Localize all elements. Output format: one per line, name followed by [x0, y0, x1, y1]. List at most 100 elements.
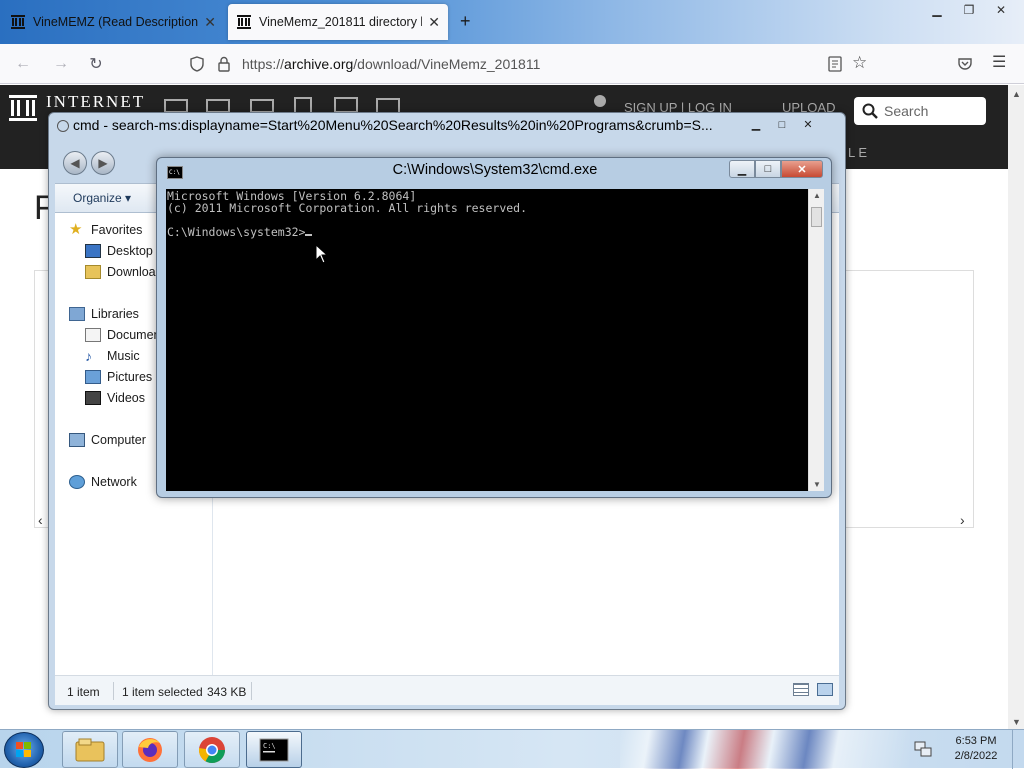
view-toggles: [793, 683, 833, 696]
page-scrollbar[interactable]: ▲ ▼: [1008, 85, 1024, 729]
nav-item-pictures[interactable]: Pictures: [85, 370, 152, 384]
search-results-icon: [57, 120, 69, 132]
star-icon: ★: [69, 221, 83, 238]
nav-item-videos[interactable]: Videos: [85, 391, 145, 405]
url-text[interactable]: https://archive.org/download/VineMemz_20…: [242, 56, 540, 72]
nav-label: Libraries: [91, 307, 139, 321]
archive-logo-text[interactable]: INTERNET: [46, 92, 145, 112]
clock-date: 2/8/2022: [954, 750, 998, 762]
explorer-forward-icon[interactable]: ▶: [91, 151, 115, 175]
forward-icon[interactable]: →: [50, 53, 72, 75]
pocket-icon[interactable]: [957, 56, 973, 72]
cmd-scrollbar[interactable]: ▲ ▼: [808, 189, 824, 491]
user-icon[interactable]: [594, 95, 606, 107]
music-icon: ♪: [85, 348, 92, 364]
nav-item-computer[interactable]: Computer: [69, 433, 146, 447]
network-tray-icon[interactable]: [914, 740, 932, 758]
tab-vinememz-directory[interactable]: VineMemz_201811 directory listi ✕: [228, 4, 448, 40]
reader-view-icon[interactable]: [828, 56, 842, 72]
nav-item-favorites[interactable]: ★ Favorites: [69, 221, 142, 238]
nav-label: Computer: [91, 433, 146, 447]
taskbar-chrome[interactable]: [184, 731, 240, 768]
taskbar-cmd[interactable]: C:\: [246, 731, 302, 768]
selected-count: 1 item selected: [122, 685, 203, 699]
explorer-status-bar: 1 item 1 item selected 343 KB: [55, 675, 839, 705]
cmd-scroll-up-icon[interactable]: ▲: [813, 191, 821, 200]
start-button[interactable]: [4, 732, 44, 768]
taskbar-firefox[interactable]: [122, 731, 178, 768]
show-desktop-button[interactable]: [1012, 730, 1024, 769]
libraries-icon: [69, 307, 85, 321]
scroll-left-icon[interactable]: ‹: [38, 512, 43, 528]
documents-icon: [85, 328, 101, 342]
close-window-icon[interactable]: ✕: [986, 0, 1016, 20]
books-icon[interactable]: [206, 99, 230, 113]
nav-label: Music: [107, 349, 140, 363]
mouse-pointer-icon: [315, 244, 329, 264]
search-placeholder: Search: [884, 103, 929, 119]
header-letter: L E: [848, 145, 868, 160]
explorer-back-icon[interactable]: ◀: [63, 151, 87, 175]
clock-time: 6:53 PM: [955, 735, 997, 747]
shield-icon[interactable]: [189, 56, 205, 72]
nav-item-documents[interactable]: Documen: [85, 328, 161, 342]
nav-item-downloads[interactable]: Download: [85, 265, 163, 279]
tab-bar: VineMEMZ (Read Description) : ✕ VineMemz…: [0, 0, 1024, 44]
nav-label: Documen: [107, 328, 161, 342]
console-line: (c) 2011 Microsoft Corporation. All righ…: [167, 201, 528, 215]
cmd-scroll-down-icon[interactable]: ▼: [813, 480, 821, 489]
back-icon[interactable]: ←: [12, 53, 34, 75]
url-path: /download/VineMemz_201811: [353, 56, 541, 72]
nav-item-desktop[interactable]: Desktop: [85, 244, 153, 258]
nav-label: Download: [107, 265, 163, 279]
video-icon[interactable]: [250, 99, 274, 113]
software-icon[interactable]: [334, 97, 358, 113]
archive-search-input[interactable]: Search: [854, 97, 986, 125]
scroll-up-icon[interactable]: ▲: [1012, 89, 1021, 99]
cmd-maximize-icon[interactable]: □: [755, 160, 781, 178]
selected-size: 343 KB: [207, 685, 247, 699]
nav-item-network[interactable]: Network: [69, 475, 137, 489]
tab-vinememz-description[interactable]: VineMEMZ (Read Description) : ✕: [2, 4, 224, 40]
explorer-maximize-icon[interactable]: □: [769, 115, 795, 134]
menu-icon[interactable]: ☰: [992, 52, 1006, 72]
details-view-icon[interactable]: [793, 683, 809, 696]
close-tab-icon[interactable]: ✕: [204, 14, 216, 31]
explorer-minimize-icon[interactable]: ▁: [743, 115, 769, 134]
minimize-icon[interactable]: ▁: [922, 0, 952, 20]
nav-label: Videos: [107, 391, 145, 405]
console-prompt: C:\Windows\system32>: [167, 225, 306, 239]
url-bar[interactable]: https://archive.org/download/VineMemz_20…: [182, 49, 867, 79]
svg-text:C:\: C:\: [263, 742, 276, 750]
nav-label: Network: [91, 475, 137, 489]
nav-item-music[interactable]: ♪ Music: [85, 349, 140, 363]
videos-icon: [85, 391, 101, 405]
explorer-close-icon[interactable]: ✕: [795, 115, 821, 134]
lock-icon[interactable]: [217, 56, 231, 72]
close-tab-icon[interactable]: ✕: [428, 14, 440, 31]
bookmark-star-icon[interactable]: ☆: [852, 53, 867, 73]
pictures-icon: [85, 370, 101, 384]
restore-icon[interactable]: ❐: [954, 0, 984, 20]
scroll-down-icon[interactable]: ▼: [1012, 717, 1021, 727]
archive-logo-icon[interactable]: [8, 93, 38, 123]
cmd-scroll-thumb[interactable]: [811, 207, 822, 227]
texts-icon[interactable]: [164, 99, 188, 113]
cmd-minimize-icon[interactable]: ▁: [729, 160, 755, 178]
firefox-icon: [138, 737, 162, 762]
taskbar-explorer[interactable]: [62, 731, 118, 768]
cmd-icon: C:\: [259, 738, 289, 761]
cmd-close-icon[interactable]: ✕: [781, 160, 823, 178]
taskbar-clock[interactable]: 6:53 PM 2/8/2022: [946, 734, 1006, 764]
reload-icon[interactable]: ↻: [85, 53, 107, 75]
archive-favicon-icon: [237, 15, 251, 29]
windows-logo-icon: [16, 742, 31, 757]
console-output[interactable]: Microsoft Windows [Version 6.2.8064] (c)…: [166, 189, 808, 491]
url-prefix: https://: [242, 56, 285, 72]
scroll-right-icon[interactable]: ›: [960, 512, 965, 528]
nav-item-libraries[interactable]: Libraries: [69, 307, 139, 321]
new-tab-button[interactable]: +: [460, 11, 471, 32]
organize-button[interactable]: Organize ▾: [73, 191, 131, 205]
preview-view-icon[interactable]: [817, 683, 833, 696]
explorer-nav-buttons: ◀ ▶: [63, 151, 115, 175]
